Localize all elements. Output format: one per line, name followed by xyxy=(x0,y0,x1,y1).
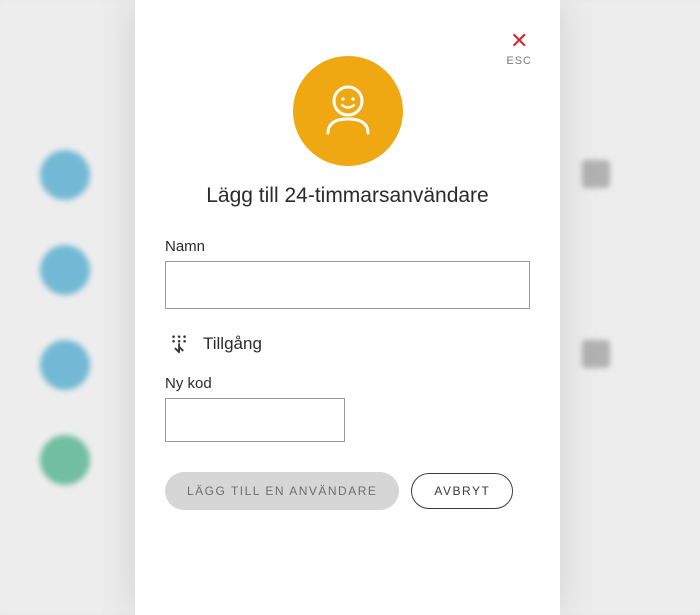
user-smile-icon xyxy=(316,79,380,143)
modal-title: Lägg till 24-timmarsanvändare xyxy=(165,184,530,208)
close-button[interactable]: ✕ ESC xyxy=(506,30,532,67)
code-field-group: Ny kod xyxy=(165,375,530,442)
add-user-button[interactable]: LÄGG TILL EN ANVÄNDARE xyxy=(165,472,399,510)
close-icon: ✕ xyxy=(510,30,528,52)
add-user-modal: ✕ ESC Lägg till 24-timmarsanvändare Namn… xyxy=(135,0,560,615)
code-input[interactable] xyxy=(165,398,345,442)
close-label: ESC xyxy=(506,55,532,67)
keypad-icon xyxy=(169,333,191,355)
access-section: Tillgång xyxy=(165,333,530,355)
name-input[interactable] xyxy=(165,261,530,309)
cancel-button[interactable]: AVBRYT xyxy=(411,473,513,509)
user-avatar-circle xyxy=(293,56,403,166)
name-label: Namn xyxy=(165,238,530,255)
name-field-group: Namn xyxy=(165,238,530,309)
access-label: Tillgång xyxy=(203,334,262,354)
code-label: Ny kod xyxy=(165,375,530,392)
button-row: LÄGG TILL EN ANVÄNDARE AVBRYT xyxy=(165,472,530,510)
